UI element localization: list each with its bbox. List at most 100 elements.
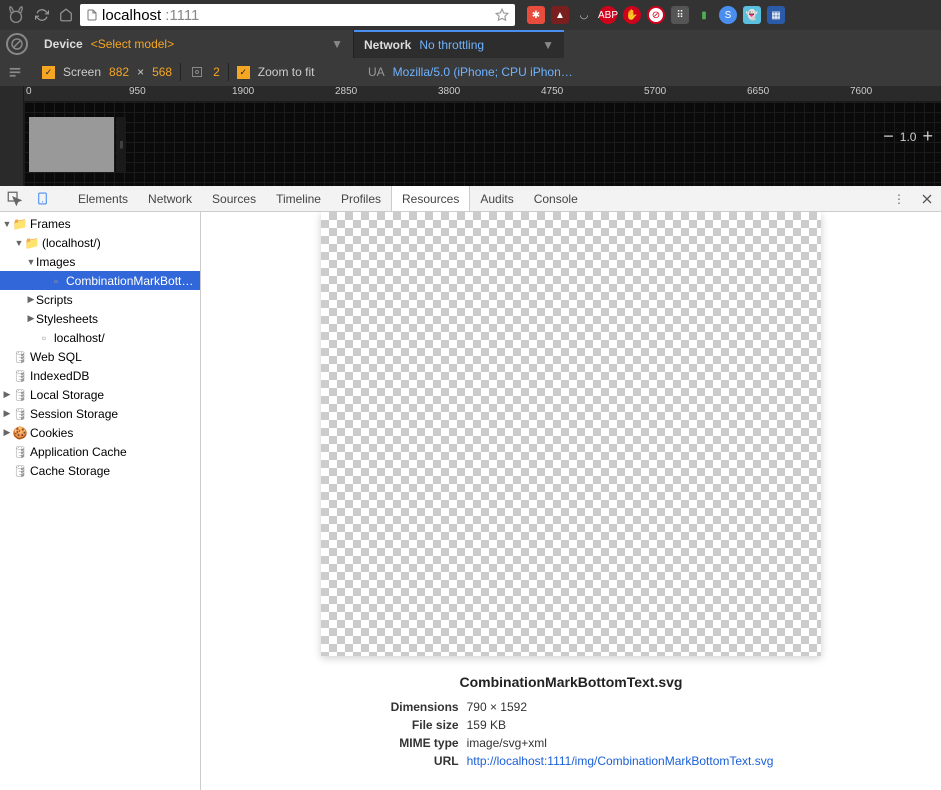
meta-label: URL bbox=[369, 752, 459, 770]
ext-icon[interactable]: ✋ bbox=[623, 6, 641, 24]
dpr-icon bbox=[189, 66, 205, 78]
ruler-tick: 6650 bbox=[747, 86, 769, 97]
close-icon[interactable] bbox=[913, 186, 941, 211]
device-viewport: 0 950 1900 2850 3800 4750 5700 6650 7600… bbox=[0, 86, 941, 186]
resource-preview: CombinationMarkBottomText.svg Dimensions… bbox=[201, 212, 941, 790]
meta-value: image/svg+xml bbox=[467, 734, 547, 752]
zoom-fit-label: Zoom to fit bbox=[258, 65, 315, 79]
ruler-tick: 1900 bbox=[232, 86, 254, 97]
preview-metadata: Dimensions 790 × 1592 File size 159 KB MIM… bbox=[369, 698, 774, 770]
app-icon bbox=[4, 3, 28, 27]
tree-scripts[interactable]: Scripts bbox=[0, 290, 200, 309]
meta-label: Dimensions bbox=[369, 698, 459, 716]
horizontal-ruler: 0 950 1900 2850 3800 4750 5700 6650 7600 bbox=[24, 86, 941, 102]
tree-localhost-file[interactable]: ▫localhost/ bbox=[0, 328, 200, 347]
meta-label: MIME type bbox=[369, 734, 459, 752]
zoom-level: 1.0 bbox=[900, 130, 917, 144]
tree-stylesheets[interactable]: Stylesheets bbox=[0, 309, 200, 328]
ext-icon[interactable]: S bbox=[719, 6, 737, 24]
screen-height[interactable]: 568 bbox=[152, 65, 172, 79]
throttling-select[interactable]: No throttling bbox=[419, 38, 484, 52]
ua-value[interactable]: Mozilla/5.0 (iPhone; CPU iPhon… bbox=[393, 65, 573, 79]
tree-cookies[interactable]: 🍪Cookies bbox=[0, 423, 200, 442]
preview-filename: CombinationMarkBottomText.svg bbox=[460, 674, 683, 690]
devtools-body: 📁Frames 📁(localhost/) Images ▫Combinatio… bbox=[0, 212, 941, 790]
tab-audits[interactable]: Audits bbox=[470, 186, 523, 211]
tree-frames[interactable]: 📁Frames bbox=[0, 214, 200, 233]
tree-appcache[interactable]: 🛢Application Cache bbox=[0, 442, 200, 461]
device-toolbar: Device <Select model> ▼ Network No throt… bbox=[0, 30, 941, 86]
zoom-controls: − 1.0 + bbox=[883, 126, 933, 147]
tab-sources[interactable]: Sources bbox=[202, 186, 266, 211]
ext-icon[interactable]: ▲ bbox=[551, 6, 569, 24]
device-model-select[interactable]: <Select model> bbox=[91, 37, 174, 51]
ext-icon[interactable]: 👻 bbox=[743, 6, 761, 24]
screen-width[interactable]: 882 bbox=[109, 65, 129, 79]
ext-icon[interactable]: ⠿ bbox=[671, 6, 689, 24]
resize-handle[interactable] bbox=[116, 117, 126, 172]
meta-label: File size bbox=[369, 716, 459, 734]
ruler-tick: 0 bbox=[26, 86, 32, 97]
times-symbol: × bbox=[137, 65, 144, 79]
browser-chrome: localhost:1111 ✱ ▲ ◡ ABP ✋ ⊘ ⠿ ▮ S 👻 ▦ bbox=[0, 0, 941, 30]
ext-icon[interactable]: ▮ bbox=[695, 6, 713, 24]
more-icon[interactable]: ⋮ bbox=[885, 186, 913, 211]
meta-url-link[interactable]: http://localhost:1111/img/CombinationMar… bbox=[467, 752, 774, 770]
zoom-in-button[interactable]: + bbox=[922, 126, 933, 147]
ruler-tick: 950 bbox=[129, 86, 146, 97]
ruler-tick: 5700 bbox=[644, 86, 666, 97]
tab-profiles[interactable]: Profiles bbox=[331, 186, 391, 211]
network-label: Network bbox=[364, 38, 411, 52]
resources-sidebar: 📁Frames 📁(localhost/) Images ▫Combinatio… bbox=[0, 212, 201, 790]
url-bar[interactable]: localhost:1111 bbox=[80, 4, 515, 26]
ruler-tick: 7600 bbox=[850, 86, 872, 97]
screen-label: Screen bbox=[63, 65, 101, 79]
ext-icon[interactable]: ⊘ bbox=[647, 6, 665, 24]
ua-label: UA bbox=[368, 65, 385, 79]
zoom-out-button[interactable]: − bbox=[883, 126, 894, 147]
url-host: localhost bbox=[102, 7, 161, 24]
tree-file-selected[interactable]: ▫CombinationMarkBott… bbox=[0, 271, 200, 290]
ruler-tick: 4750 bbox=[541, 86, 563, 97]
vertical-ruler bbox=[0, 86, 24, 186]
tab-resources[interactable]: Resources bbox=[391, 186, 470, 211]
dpr-value[interactable]: 2 bbox=[213, 65, 220, 79]
meta-value: 790 × 1592 bbox=[467, 698, 527, 716]
inspect-icon[interactable] bbox=[0, 186, 28, 211]
ext-icon[interactable]: ✱ bbox=[527, 6, 545, 24]
image-preview bbox=[321, 212, 821, 656]
star-icon[interactable] bbox=[495, 8, 509, 22]
chevron-down-icon[interactable]: ▼ bbox=[542, 38, 554, 52]
devtools-tabbar: Elements Network Sources Timeline Profil… bbox=[0, 186, 941, 212]
tree-websql[interactable]: 🛢Web SQL bbox=[0, 347, 200, 366]
page-icon bbox=[86, 9, 98, 21]
tree-localstorage[interactable]: 🛢Local Storage bbox=[0, 385, 200, 404]
extension-icons: ✱ ▲ ◡ ABP ✋ ⊘ ⠿ ▮ S 👻 ▦ bbox=[527, 6, 785, 24]
tree-localhost[interactable]: 📁(localhost/) bbox=[0, 233, 200, 252]
chevron-down-icon[interactable]: ▼ bbox=[331, 37, 343, 51]
home-icon[interactable] bbox=[56, 5, 76, 25]
drawer-icon[interactable] bbox=[6, 65, 24, 79]
cancel-emulation-icon[interactable] bbox=[6, 33, 28, 55]
tab-timeline[interactable]: Timeline bbox=[266, 186, 331, 211]
tree-indexeddb[interactable]: 🛢IndexedDB bbox=[0, 366, 200, 385]
ext-icon[interactable]: ◡ bbox=[575, 6, 593, 24]
emulated-screen[interactable] bbox=[29, 117, 114, 172]
tree-images[interactable]: Images bbox=[0, 252, 200, 271]
ext-icon[interactable]: ▦ bbox=[767, 6, 785, 24]
reload-icon[interactable] bbox=[32, 5, 52, 25]
tree-cachestorage[interactable]: 🛢Cache Storage bbox=[0, 461, 200, 480]
ext-icon[interactable]: ABP bbox=[599, 6, 617, 24]
url-port: :1111 bbox=[165, 7, 199, 24]
zoom-checkbox[interactable]: ✓ bbox=[237, 66, 250, 79]
device-mode-icon[interactable] bbox=[28, 186, 56, 211]
device-label: Device bbox=[44, 37, 83, 51]
screen-checkbox[interactable]: ✓ bbox=[42, 66, 55, 79]
tab-elements[interactable]: Elements bbox=[68, 186, 138, 211]
tab-network[interactable]: Network bbox=[138, 186, 202, 211]
tab-console[interactable]: Console bbox=[524, 186, 588, 211]
ruler-tick: 2850 bbox=[335, 86, 357, 97]
meta-value: 159 KB bbox=[467, 716, 506, 734]
tree-sessionstorage[interactable]: 🛢Session Storage bbox=[0, 404, 200, 423]
ruler-tick: 3800 bbox=[438, 86, 460, 97]
